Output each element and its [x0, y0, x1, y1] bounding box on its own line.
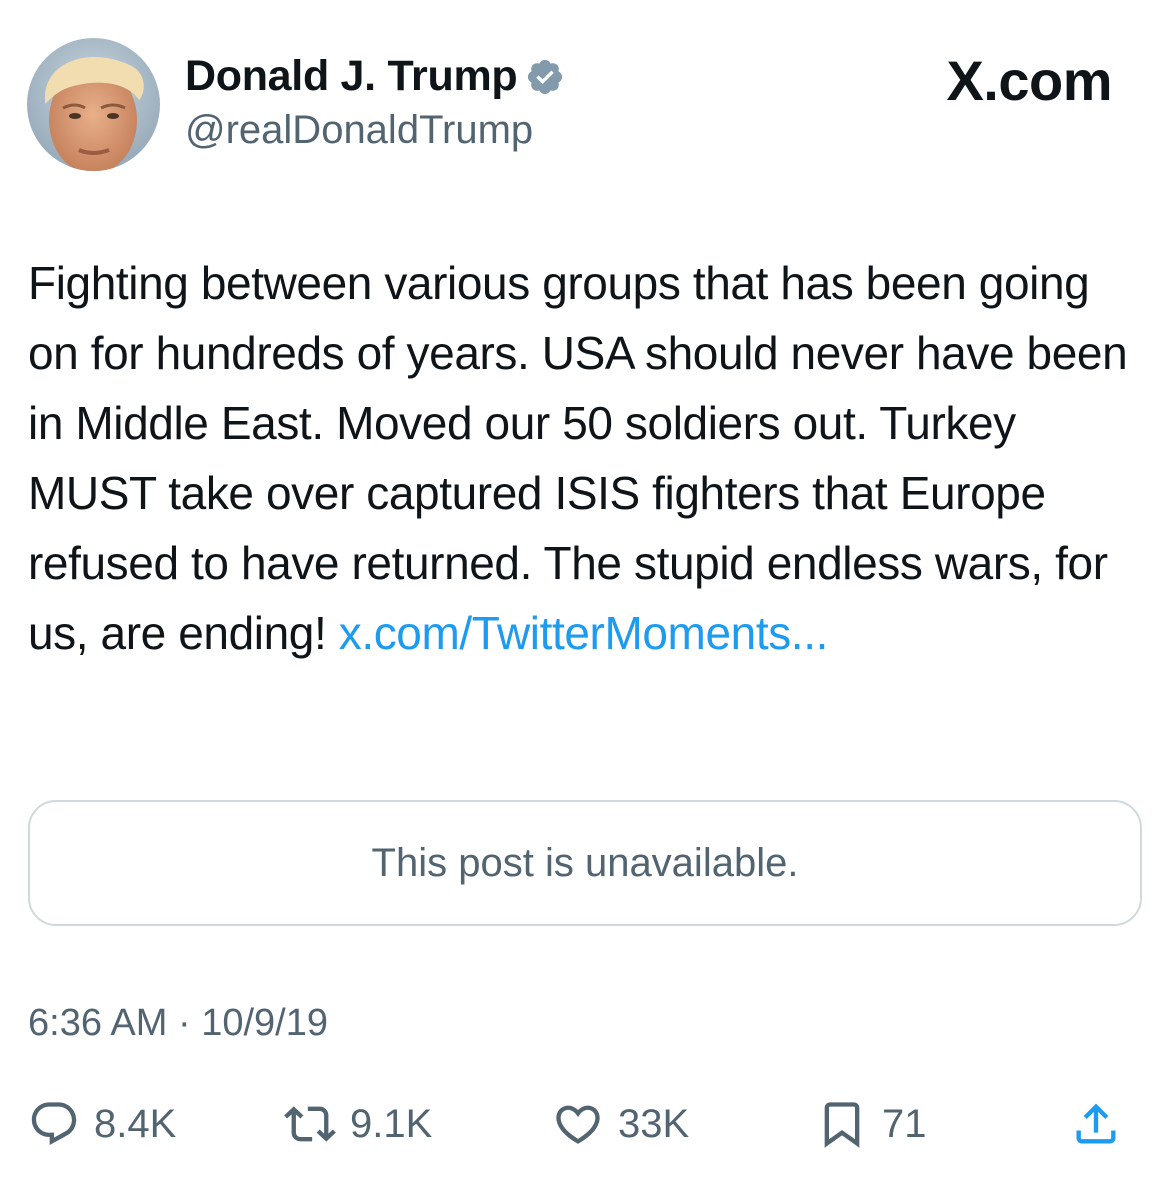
- bookmark-count: 71: [882, 1101, 927, 1146]
- post-link[interactable]: x.com/TwitterMoments...: [339, 607, 829, 659]
- repost-icon: [284, 1106, 336, 1142]
- post-body: Fighting between various groups that has…: [28, 257, 1128, 659]
- share-button[interactable]: [1070, 1088, 1122, 1160]
- bookmark-icon: [824, 1102, 860, 1148]
- quoted-post-card[interactable]: This post is unavailable.: [28, 800, 1142, 926]
- repost-count: 9.1K: [350, 1101, 433, 1146]
- post-timestamp[interactable]: 6:36 AM · 10/9/19: [28, 1002, 328, 1045]
- reply-icon: [31, 1102, 77, 1146]
- reply-count: 8.4K: [94, 1101, 177, 1146]
- author-handle[interactable]: @realDonaldTrump: [185, 108, 533, 153]
- repost-button[interactable]: 9.1K: [284, 1088, 432, 1160]
- reply-button[interactable]: 8.4K: [28, 1088, 176, 1160]
- like-count: 33K: [618, 1101, 690, 1146]
- post-text: Fighting between various groups that has…: [28, 248, 1138, 668]
- bookmark-button[interactable]: 71: [816, 1088, 927, 1160]
- post-date: 10/9/19: [201, 1002, 328, 1044]
- author-display-name[interactable]: Donald J. Trump: [185, 52, 565, 101]
- post-time: 6:36 AM: [28, 1002, 168, 1044]
- like-icon: [556, 1105, 600, 1144]
- author-name-text: Donald J. Trump: [185, 52, 518, 100]
- share-icon: [1076, 1103, 1116, 1144]
- quoted-post-unavailable-text: This post is unavailable.: [371, 840, 799, 885]
- like-button[interactable]: 33K: [552, 1088, 689, 1160]
- meta-separator: ·: [177, 1002, 191, 1044]
- action-bar: 8.4K 9.1K 33K 71: [0, 1088, 1170, 1160]
- avatar[interactable]: [27, 38, 160, 171]
- brand-logo: X.com: [946, 49, 1112, 112]
- avatar-image: [27, 38, 160, 171]
- verified-badge-icon[interactable]: [525, 57, 565, 97]
